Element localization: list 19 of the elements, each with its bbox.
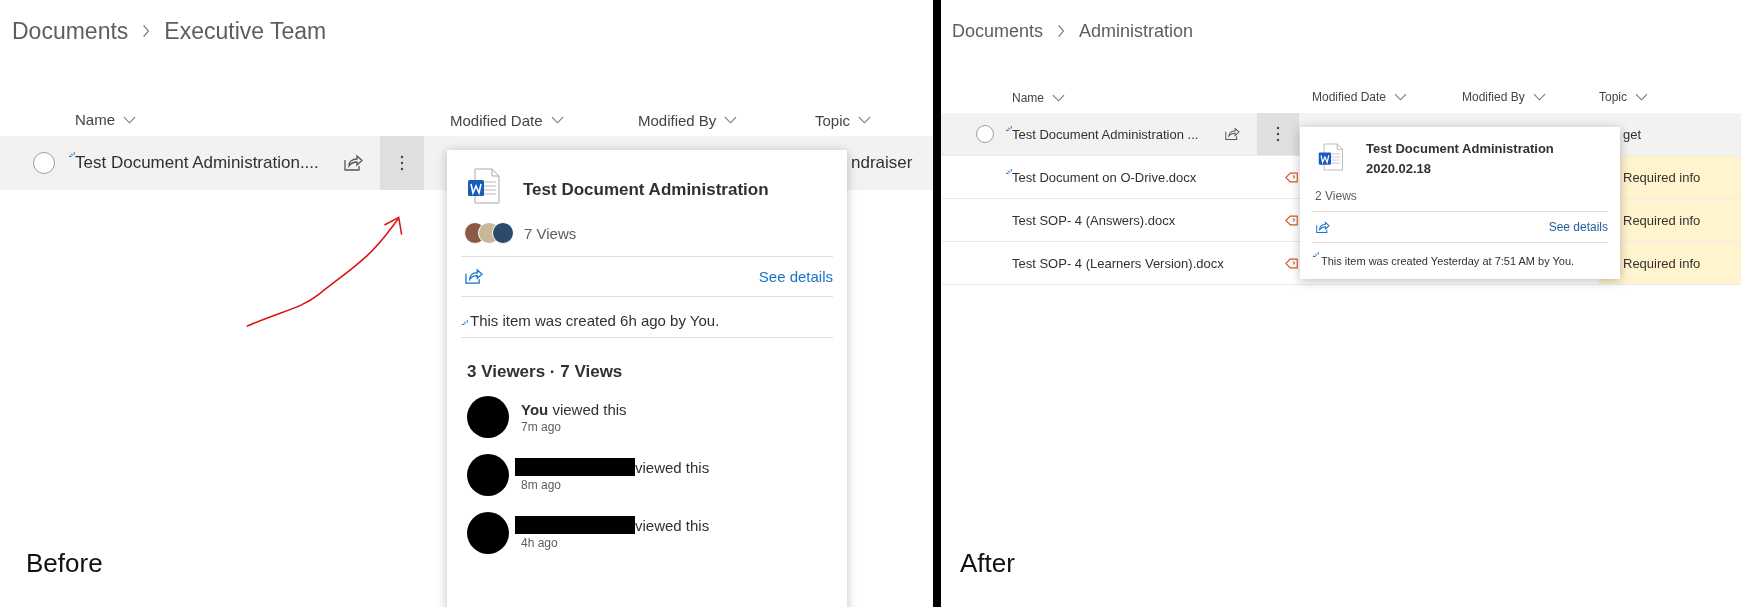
viewers-heading: 3 Viewers · 7 Views (467, 362, 624, 382)
caption: After (960, 548, 1015, 579)
created-note: This item was created 6h ago by You. (470, 312, 720, 331)
view-time: 8m ago (521, 478, 563, 492)
viewer-activity: You viewed this (521, 400, 627, 418)
view-count: 7 Views (524, 224, 577, 242)
caption: Before (26, 548, 103, 579)
topic-text: Required info (1622, 255, 1701, 271)
file-title: Test Document Administration 2020.02.18 (1366, 140, 1555, 178)
created-note: This item was created Yesterday at 7:51 AM by You. (1321, 255, 1575, 269)
file-title: Test Document Administration (523, 179, 769, 200)
view-time: 4h ago (521, 536, 559, 550)
topic-text: Required info (1622, 169, 1701, 185)
viewer-activity: viewed this (635, 516, 710, 534)
topic-text: get (1622, 126, 1642, 142)
view-count: 2 Views (1315, 189, 1357, 203)
topic-text: ndraiser (850, 153, 913, 173)
view-time: 7m ago (521, 419, 563, 434)
viewer-activity: viewed this (635, 458, 710, 476)
